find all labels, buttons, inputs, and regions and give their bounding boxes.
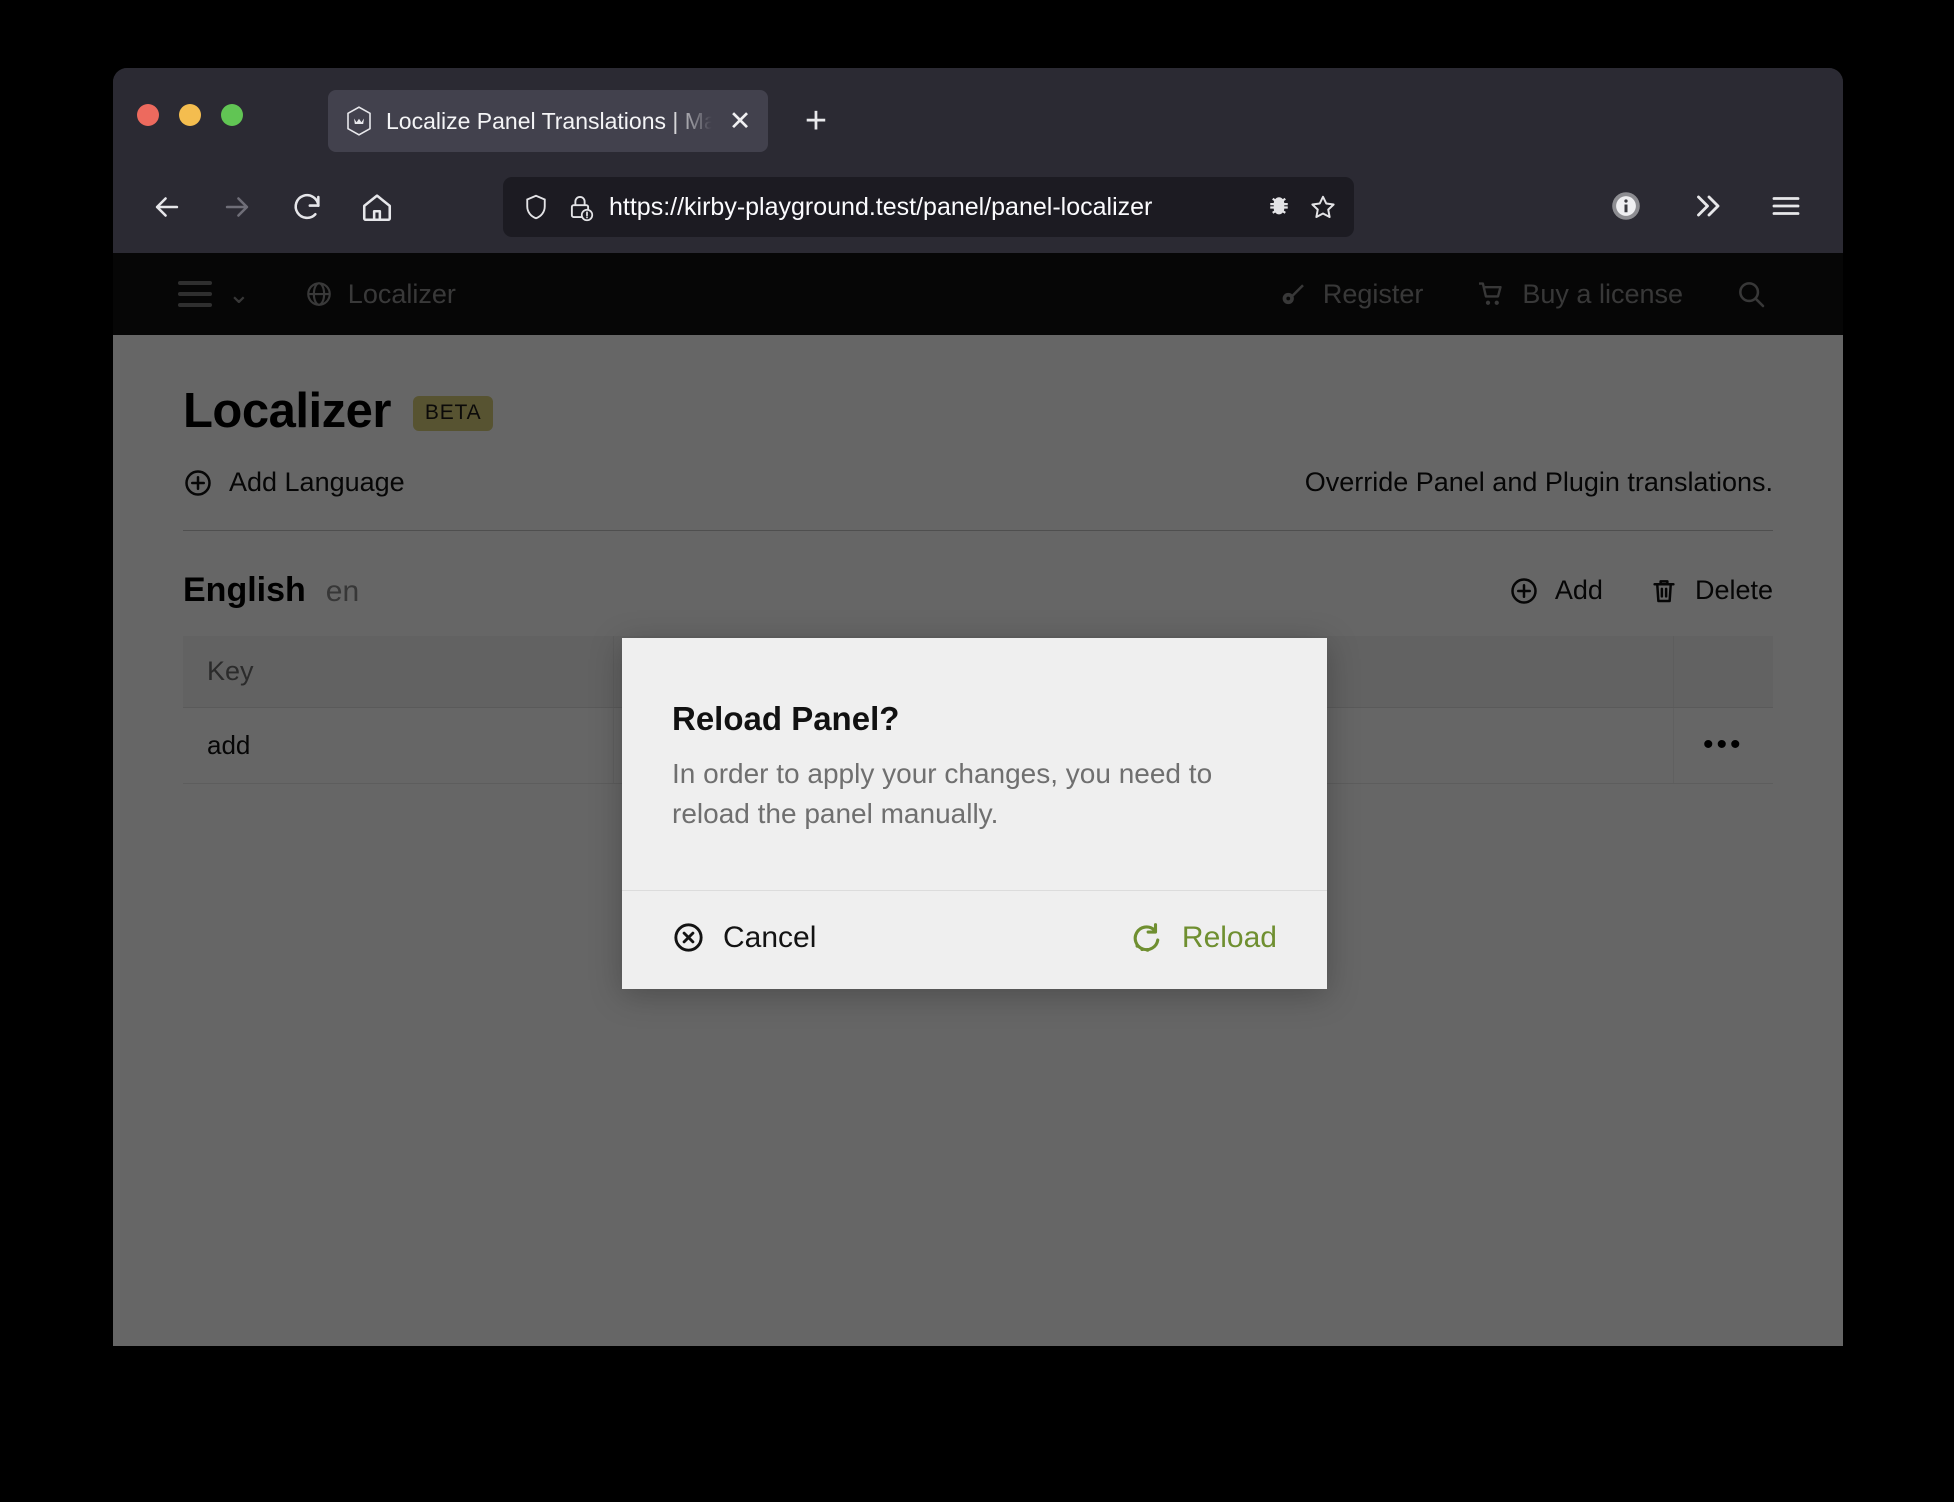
reload-icon[interactable] xyxy=(275,175,339,239)
bug-icon[interactable] xyxy=(1264,192,1294,222)
new-tab-button[interactable]: + xyxy=(789,94,843,148)
rotate-ccw-icon xyxy=(1130,921,1164,955)
close-window-button[interactable] xyxy=(137,104,159,126)
chevron-double-right-icon[interactable] xyxy=(1675,175,1737,237)
browser-toolbar-right xyxy=(1595,175,1817,237)
reload-label: Reload xyxy=(1181,920,1277,954)
arrow-left-icon[interactable] xyxy=(135,175,199,239)
lock-warning-icon[interactable] xyxy=(565,192,595,222)
account-icon[interactable] xyxy=(1595,175,1657,237)
screen: Localize Panel Translations | Ma ✕ + htt… xyxy=(0,0,1954,1502)
window-traffic-lights xyxy=(137,104,243,126)
browser-tabstrip: Localize Panel Translations | Ma ✕ + xyxy=(113,68,1843,161)
circle-x-icon xyxy=(672,921,705,954)
dialog-message: In order to apply your changes, you need… xyxy=(672,758,1213,829)
reload-panel-dialog: Reload Panel? In order to apply your cha… xyxy=(622,638,1327,989)
kirby-hexagon-icon xyxy=(346,106,372,136)
browser-tab[interactable]: Localize Panel Translations | Ma ✕ xyxy=(328,90,768,152)
dialog-body: Reload Panel? In order to apply your cha… xyxy=(622,638,1327,890)
app-menu-icon[interactable] xyxy=(1755,175,1817,237)
cancel-button[interactable]: Cancel xyxy=(672,921,816,955)
cancel-label: Cancel xyxy=(723,920,817,954)
reload-button[interactable]: Reload xyxy=(1130,921,1277,955)
dialog-footer: Cancel Reload xyxy=(622,889,1327,989)
home-icon[interactable] xyxy=(345,175,409,239)
arrow-right-icon[interactable] xyxy=(205,175,269,239)
url-bar[interactable]: https://kirby-playground.test/panel/pane… xyxy=(503,177,1354,237)
url-text: https://kirby-playground.test/panel/pane… xyxy=(609,192,1153,221)
shield-icon[interactable] xyxy=(521,192,551,222)
star-bookmark-icon[interactable] xyxy=(1308,192,1338,222)
close-icon[interactable]: ✕ xyxy=(726,107,754,135)
dialog-title: Reload Panel? xyxy=(672,700,900,737)
maximize-window-button[interactable] xyxy=(221,104,243,126)
minimize-window-button[interactable] xyxy=(179,104,201,126)
browser-navbar: https://kirby-playground.test/panel/pane… xyxy=(113,161,1843,253)
browser-tab-title: Localize Panel Translations | Ma xyxy=(386,107,712,134)
